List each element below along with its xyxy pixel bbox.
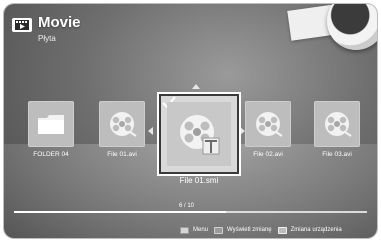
file-thumbnail xyxy=(245,101,291,147)
page-title: Movie xyxy=(38,14,81,31)
file-thumbnail xyxy=(99,101,145,147)
menu-button[interactable]: Menu xyxy=(180,226,209,234)
chevron-left-icon[interactable] xyxy=(148,127,153,135)
movie-browser-screen: Movie Płyta FOLDER 04 File 01.avi File 0… xyxy=(4,4,377,238)
list-item-file[interactable]: File 03.avi xyxy=(309,101,365,158)
decorative-coffee-cup xyxy=(327,4,377,50)
show-change-label: Wyświetl zmianę xyxy=(227,227,272,233)
list-item-label: File 02.avi xyxy=(253,151,283,158)
page-indicator: 6 / 10 xyxy=(179,203,195,209)
show-change-icon xyxy=(214,226,224,234)
progress-bar xyxy=(14,211,367,213)
film-reel-icon xyxy=(110,112,137,137)
list-item-file[interactable]: File 01.avi xyxy=(94,101,150,158)
list-item-folder[interactable]: FOLDER 04 xyxy=(23,101,79,158)
film-reel-icon xyxy=(256,112,283,137)
selected-item-label: File 01.smi xyxy=(179,176,219,185)
film-reel-icon xyxy=(325,112,352,137)
change-device-button[interactable]: Zmiana urządzenia xyxy=(277,226,342,234)
movie-icon-svg xyxy=(15,20,29,30)
progress-fill xyxy=(14,211,226,213)
chevron-up-icon[interactable] xyxy=(192,84,200,89)
folder-thumbnail xyxy=(28,101,74,147)
menu-button-icon xyxy=(180,226,189,234)
list-item-label: File 01.avi xyxy=(107,151,137,158)
change-device-label: Zmiana urządzenia xyxy=(290,227,342,233)
film-reel-text-icon xyxy=(180,115,220,155)
selected-item[interactable] xyxy=(157,92,241,176)
menu-label: Menu xyxy=(193,227,209,233)
selected-thumbnail xyxy=(167,102,231,166)
page-subtitle: Płyta xyxy=(38,34,56,43)
list-item-file[interactable]: File 02.avi xyxy=(240,101,296,158)
folder-icon xyxy=(38,115,64,134)
footer-controls: Menu Wyświetl zmianę Zmiana urządzenia xyxy=(180,224,342,236)
list-item-label: File 03.avi xyxy=(322,151,352,158)
movie-icon xyxy=(12,18,32,32)
show-change-button[interactable]: Wyświetl zmianę xyxy=(214,226,272,234)
file-thumbnail xyxy=(314,101,360,147)
change-device-icon xyxy=(277,226,287,234)
list-item-label: FOLDER 04 xyxy=(33,151,69,158)
